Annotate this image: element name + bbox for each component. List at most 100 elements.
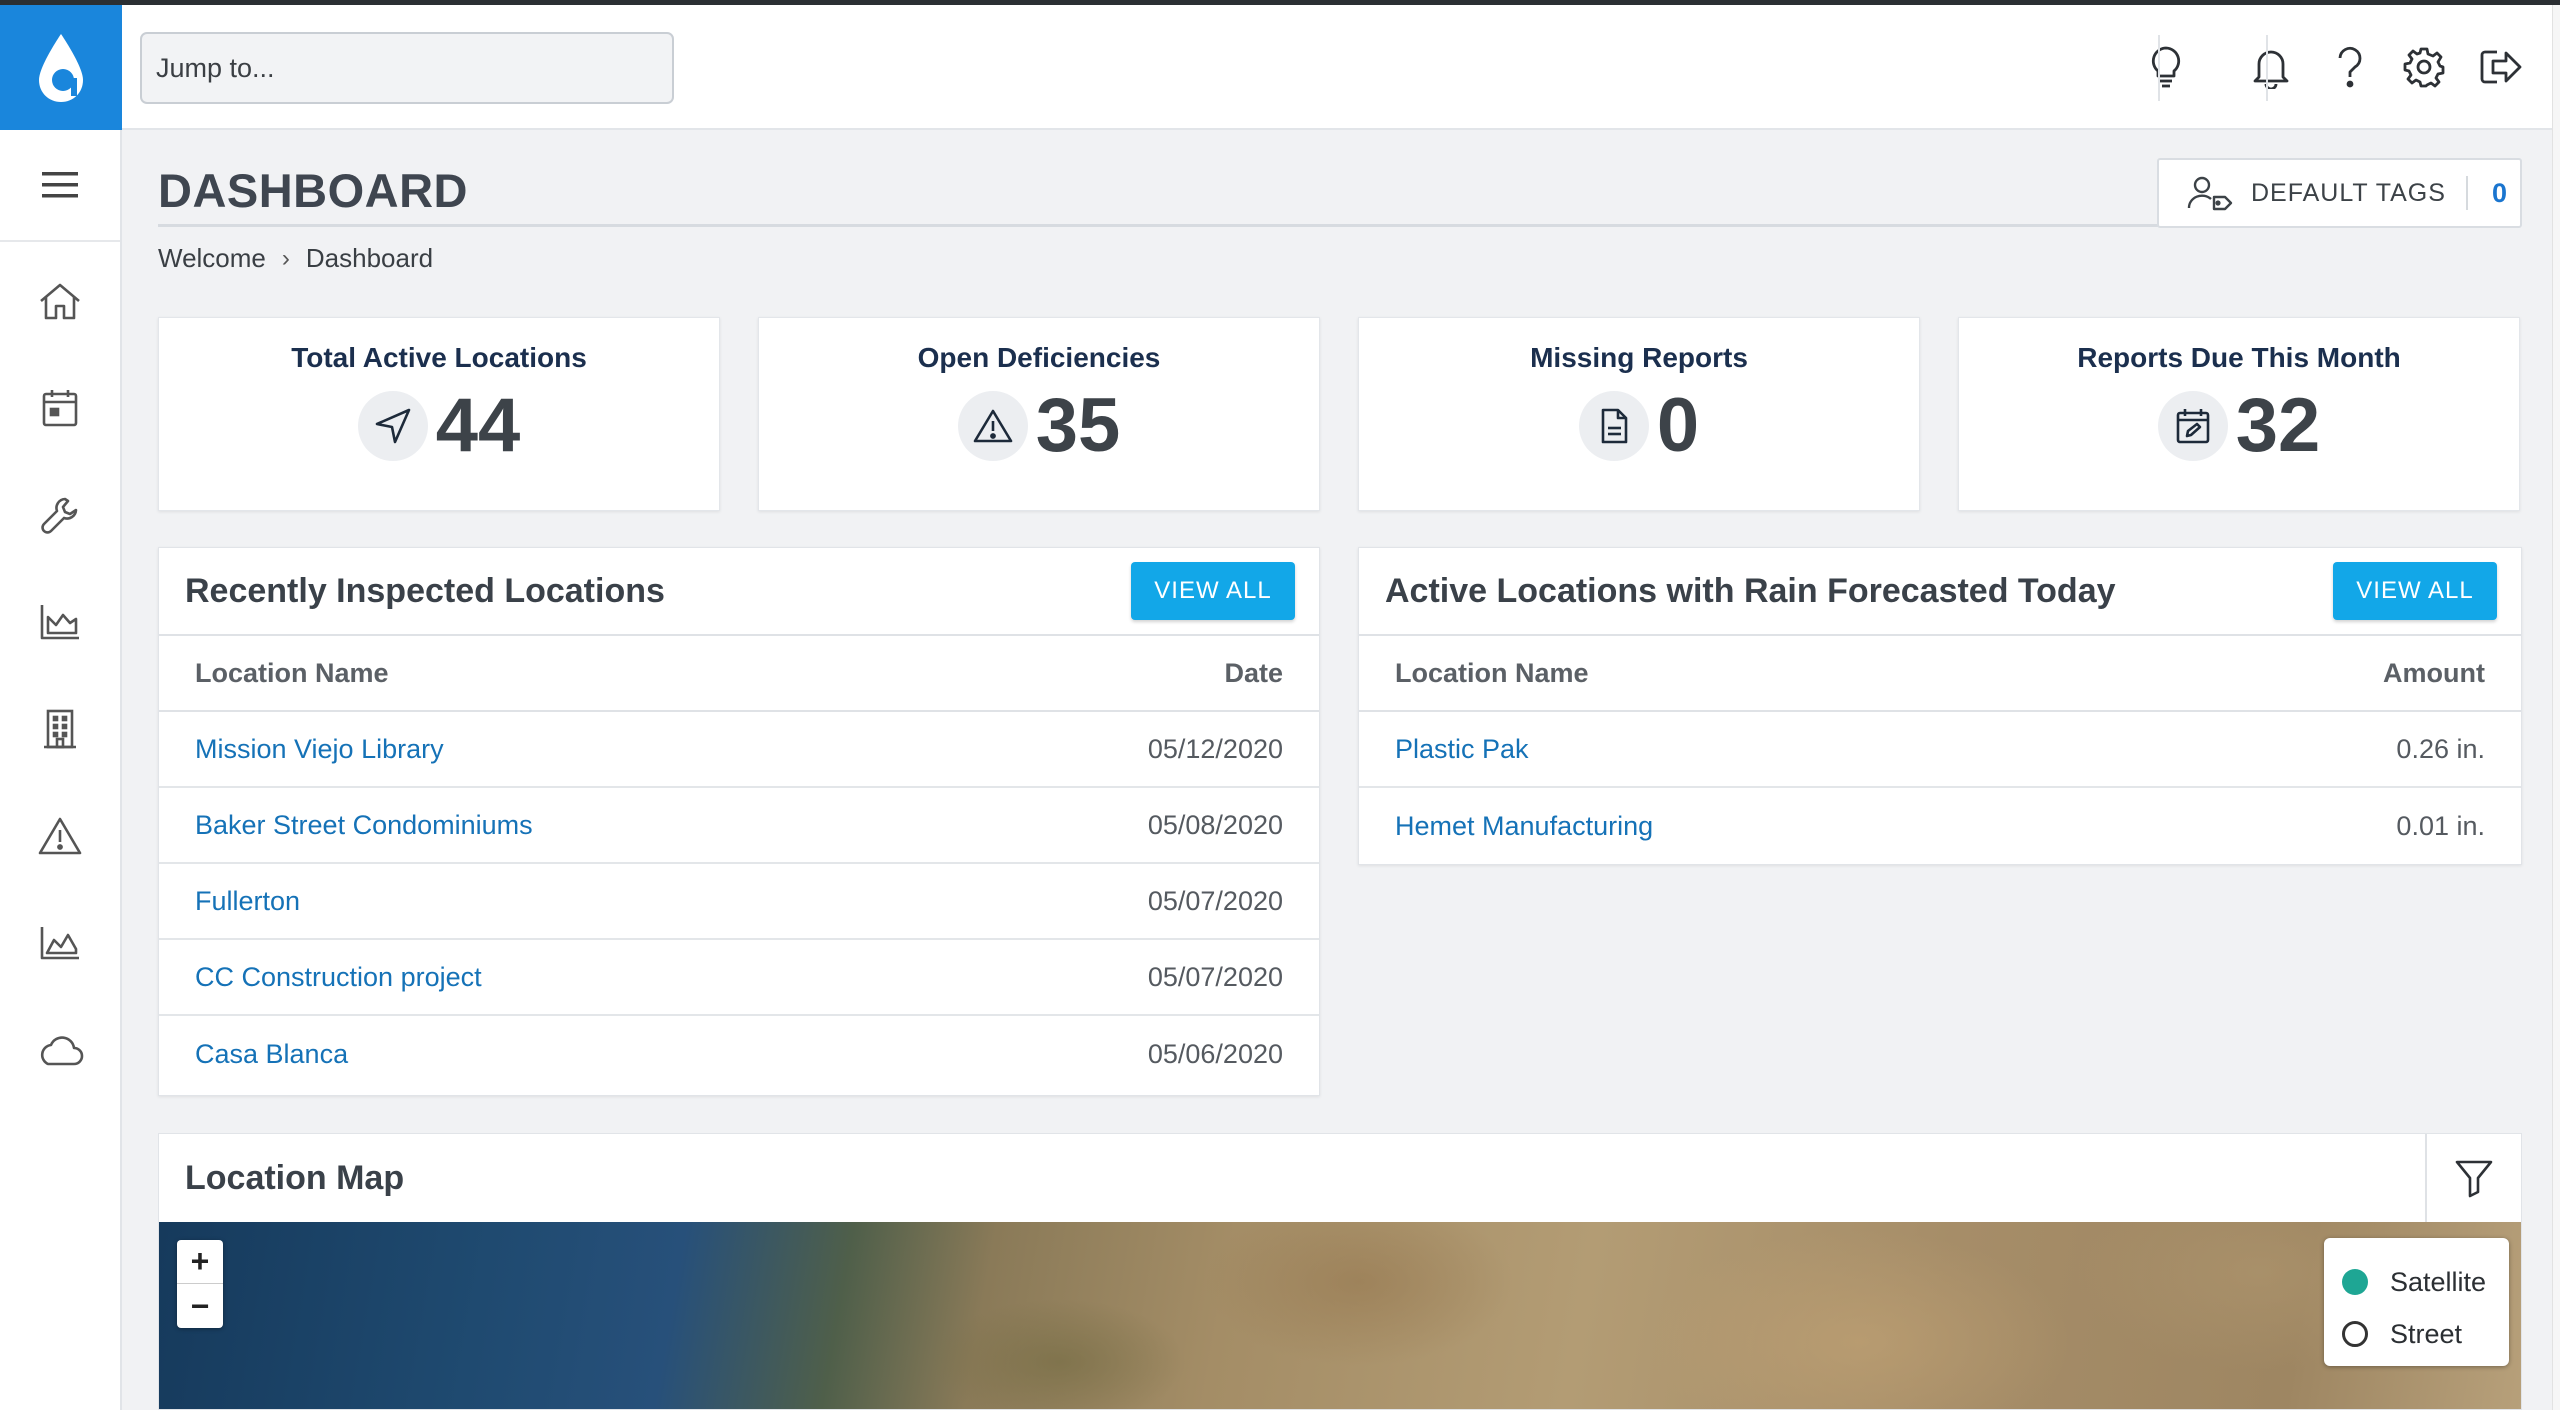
- document-icon: [1601, 408, 1628, 444]
- layer-switcher: Satellite Street: [2324, 1238, 2509, 1366]
- zoom-control: + −: [177, 1240, 223, 1328]
- zoom-out-button[interactable]: −: [177, 1284, 223, 1328]
- hamburger-icon: [42, 172, 78, 198]
- lightbulb-icon: [2151, 46, 2181, 88]
- stat-value: 32: [2235, 383, 2321, 468]
- logout-button[interactable]: [2471, 35, 2531, 99]
- inspection-date: 05/06/2020: [1147, 1038, 1283, 1069]
- default-tags-button[interactable]: DEFAULT TAGS 0: [2157, 158, 2522, 228]
- filter-icon: [2455, 1160, 2493, 1198]
- nav-reports[interactable]: [0, 889, 120, 996]
- nav-weather[interactable]: [0, 996, 120, 1103]
- satellite-map[interactable]: + − Satellite Street: [159, 1222, 2521, 1409]
- view-all-inspected-button[interactable]: VIEW ALL: [1131, 562, 1295, 620]
- panel-title: Active Locations with Rain Forecasted To…: [1385, 571, 2116, 610]
- location-link[interactable]: Casa Blanca: [195, 1039, 348, 1070]
- settings-button[interactable]: [2394, 35, 2454, 99]
- layer-option-satellite[interactable]: Satellite: [2342, 1256, 2509, 1308]
- help-button[interactable]: [2320, 35, 2380, 99]
- view-all-rain-button[interactable]: VIEW ALL: [2333, 562, 2497, 620]
- user-tag-icon: [2187, 176, 2233, 211]
- table-row: CC Construction project 05/07/2020: [159, 940, 1319, 1016]
- top-bar: [122, 5, 2560, 130]
- layer-label: Satellite: [2390, 1266, 2487, 1297]
- recently-inspected-panel: Recently Inspected Locations VIEW ALL Lo…: [158, 547, 1320, 1096]
- table-row: Plastic Pak 0.26 in.: [1359, 712, 2521, 788]
- default-tags-label: DEFAULT TAGS: [2251, 178, 2446, 207]
- table-row: Fullerton 05/07/2020: [159, 864, 1319, 940]
- stat-value: 35: [1035, 383, 1121, 468]
- location-link[interactable]: Fullerton: [195, 886, 300, 917]
- table-header: Location Name Date: [159, 636, 1319, 712]
- location-link[interactable]: Mission Viejo Library: [195, 734, 444, 765]
- table-header: Location Name Amount: [1359, 636, 2521, 712]
- navigation-arrow-icon: [375, 408, 411, 444]
- stat-value: 44: [435, 383, 521, 468]
- calendar-icon: [42, 389, 78, 426]
- inspection-date: 05/12/2020: [1147, 733, 1283, 764]
- stat-card-missing-reports[interactable]: Missing Reports 0: [1358, 317, 1920, 511]
- panel-title: Location Map: [185, 1158, 405, 1197]
- app-logo[interactable]: [0, 5, 122, 130]
- location-link[interactable]: Hemet Manufacturing: [1395, 811, 1653, 842]
- location-link[interactable]: Plastic Pak: [1395, 734, 1529, 765]
- page-scrollbar[interactable]: [2552, 5, 2560, 1410]
- radio-selected-icon: [2342, 1269, 2368, 1295]
- breadcrumb-welcome[interactable]: Welcome: [158, 243, 266, 274]
- nav-home[interactable]: [0, 247, 120, 354]
- column-location-name[interactable]: Location Name: [195, 658, 389, 689]
- table-row: Mission Viejo Library 05/12/2020: [159, 712, 1319, 788]
- calendar-edit-icon: [2176, 409, 2210, 444]
- layer-option-street[interactable]: Street: [2342, 1308, 2509, 1360]
- wrench-icon: [41, 497, 78, 534]
- water-drop-logo-icon: [39, 33, 83, 102]
- table-row: Casa Blanca 05/06/2020: [159, 1016, 1319, 1092]
- nav-calendar[interactable]: [0, 354, 120, 461]
- stat-label: Open Deficiencies: [917, 342, 1161, 373]
- location-link[interactable]: CC Construction project: [195, 962, 482, 993]
- rain-amount: 0.26 in.: [2396, 733, 2485, 764]
- column-amount[interactable]: Amount: [2383, 658, 2485, 689]
- warning-icon: [973, 409, 1013, 443]
- area-chart-icon: [40, 926, 79, 959]
- home-icon: [40, 283, 80, 319]
- panel-title: Recently Inspected Locations: [185, 571, 665, 610]
- location-map-panel: Location Map + − Satellite Street: [158, 1133, 2522, 1410]
- rain-forecast-panel: Active Locations with Rain Forecasted To…: [1358, 547, 2522, 865]
- table-row: Baker Street Condominiums 05/08/2020: [159, 788, 1319, 864]
- gear-icon: [2403, 47, 2445, 88]
- nav-industry[interactable]: [0, 568, 120, 675]
- tips-button[interactable]: [2136, 35, 2196, 99]
- title-divider: [158, 224, 2158, 227]
- page-title: DASHBOARD: [158, 164, 468, 217]
- nav-deficiencies[interactable]: [0, 782, 120, 889]
- table-row: Hemet Manufacturing 0.01 in.: [1359, 788, 2521, 864]
- jump-to-search-input[interactable]: [140, 32, 674, 104]
- industry-chart-icon: [40, 604, 79, 639]
- inspection-date: 05/08/2020: [1147, 809, 1283, 840]
- stat-card-open-deficiencies[interactable]: Open Deficiencies 35: [758, 317, 1320, 511]
- sidebar: [0, 5, 122, 1410]
- bell-icon: [2253, 50, 2289, 89]
- question-icon: [2338, 46, 2362, 88]
- map-filter-button[interactable]: [2425, 1134, 2521, 1222]
- rain-amount: 0.01 in.: [2396, 810, 2485, 841]
- location-link[interactable]: Baker Street Condominiums: [195, 810, 533, 841]
- stat-card-active-locations[interactable]: Total Active Locations 44: [158, 317, 720, 511]
- stat-label: Total Active Locations: [291, 342, 587, 373]
- column-date[interactable]: Date: [1224, 658, 1283, 689]
- radio-unselected-icon: [2342, 1321, 2368, 1347]
- nav-maintenance[interactable]: [0, 461, 120, 568]
- breadcrumb-chevron-icon: ›: [281, 244, 290, 272]
- cloud-icon: [40, 1035, 84, 1065]
- stat-label: Missing Reports: [1530, 342, 1748, 373]
- inspection-date: 05/07/2020: [1147, 885, 1283, 916]
- nav-buildings[interactable]: [0, 675, 120, 782]
- menu-toggle-button[interactable]: [0, 130, 120, 242]
- column-location-name[interactable]: Location Name: [1395, 658, 1589, 689]
- stat-card-reports-due[interactable]: Reports Due This Month 32: [1958, 317, 2520, 511]
- stat-value: 0: [1656, 383, 1700, 468]
- building-icon: [44, 709, 76, 748]
- notifications-button[interactable]: [2241, 35, 2301, 99]
- zoom-in-button[interactable]: +: [177, 1240, 223, 1284]
